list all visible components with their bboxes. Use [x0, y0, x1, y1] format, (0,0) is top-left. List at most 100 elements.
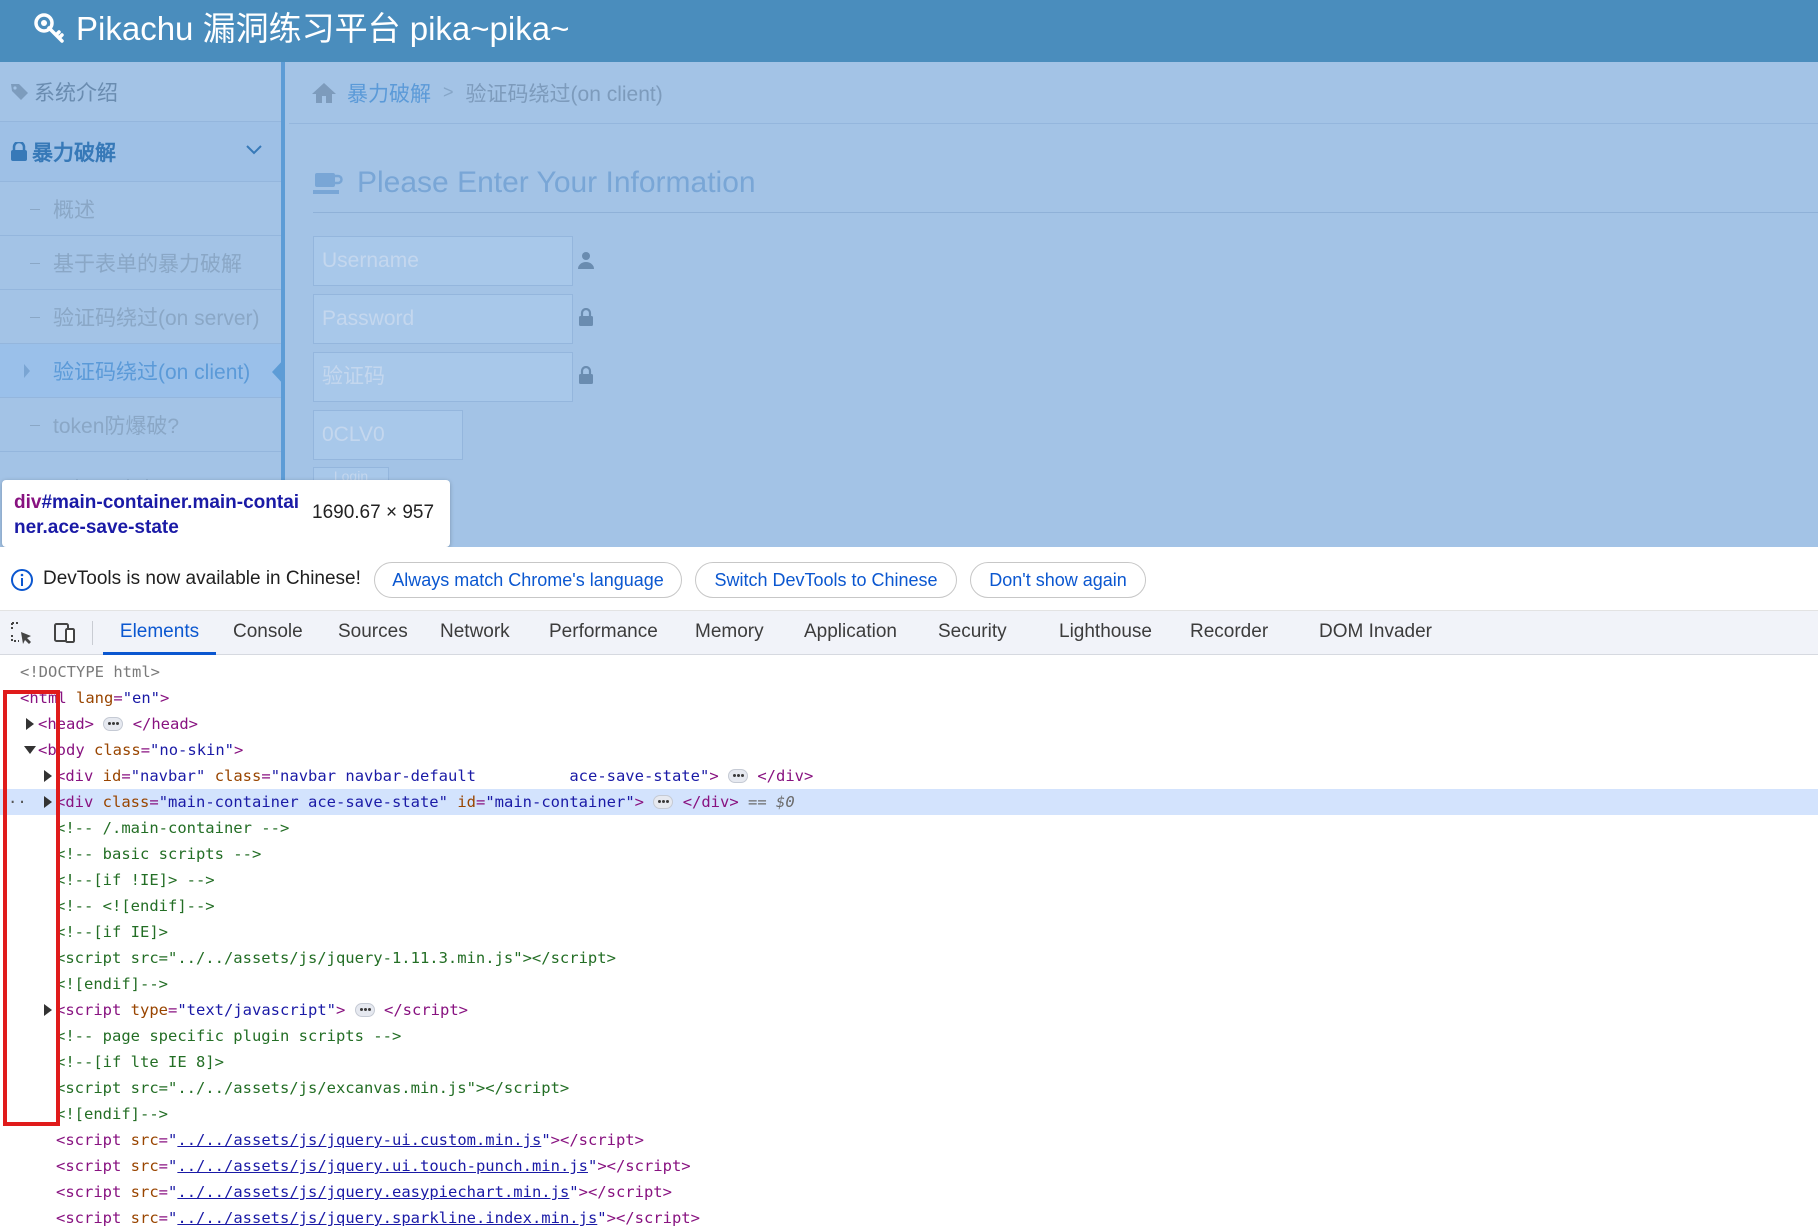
inspect-element-icon[interactable] [10, 621, 34, 645]
ellipsis-icon[interactable] [103, 717, 124, 731]
dom-node-comment[interactable]: <script src="../../assets/js/jquery-1.11… [0, 945, 1818, 971]
dom-node-main-container[interactable]: ·· <div class="main-container ace-save-st… [0, 789, 1818, 815]
username-input[interactable]: Username [313, 236, 573, 286]
password-input[interactable]: Password [313, 294, 573, 344]
sidebar-item-label: 暴力破解 [32, 141, 116, 165]
dom-node-script[interactable]: <script src="../../assets/js/jquery-ui.c… [0, 1127, 1818, 1153]
lock-icon [579, 308, 593, 326]
lock-icon [11, 141, 27, 161]
dom-node-comment[interactable]: <![endif]--> [0, 971, 1818, 997]
captcha-display[interactable]: 0CLV0 [313, 410, 463, 460]
dom-node-comment[interactable]: <!-- /.main-container --> [0, 815, 1818, 841]
script-link[interactable]: ../../assets/js/jquery.ui.touch-punch.mi… [177, 1157, 588, 1175]
dom-node-comment[interactable]: <!--[if !IE]> --> [0, 867, 1818, 893]
dom-node-script[interactable]: <script src="../../assets/js/jquery.easy… [0, 1179, 1818, 1205]
title-divider [313, 212, 1818, 213]
tab-memory[interactable]: Memory [695, 611, 764, 655]
tab-network[interactable]: Network [440, 611, 510, 655]
dom-node-comment[interactable]: <!-- page specific plugin scripts --> [0, 1023, 1818, 1049]
dom-node-head[interactable]: <head> </head> [0, 711, 1818, 737]
dom-node-comment[interactable]: <!--[if lte IE 8]> [0, 1049, 1818, 1075]
active-indicator [272, 358, 285, 386]
tab-lighthouse[interactable]: Lighthouse [1059, 611, 1152, 655]
dom-node-comment[interactable]: <!--[if IE]> [0, 919, 1818, 945]
user-icon [578, 252, 594, 269]
devtools-tabbar: Elements Console Sources Network Perform… [0, 611, 1818, 655]
dom-node-script[interactable]: <script src="../../assets/js/jquery.spar… [0, 1205, 1818, 1231]
ellipsis-icon[interactable] [653, 795, 674, 809]
main-content: Please Enter Your Information Username P… [289, 124, 1818, 547]
key-icon [34, 13, 64, 43]
toolbar-divider [92, 621, 93, 645]
dom-node-navbar[interactable]: <div id="navbar" class="navbar navbar-de… [0, 763, 1818, 789]
dom-node-body[interactable]: <body class="no-skin"> [0, 737, 1818, 763]
tooltip-selector: div#main-container.main-container.ace-sa… [14, 490, 304, 540]
sidebar-subitem-vcode-server[interactable]: 验证码绕过(on server) [0, 290, 281, 344]
form-title: Please Enter Your Information [313, 166, 756, 200]
dom-node-script[interactable]: <script src="../../assets/js/jquery.ui.t… [0, 1153, 1818, 1179]
dom-node-script[interactable]: <script type="text/javascript"> </script… [0, 997, 1818, 1023]
dom-node-comment[interactable]: <![endif]--> [0, 1101, 1818, 1127]
tab-performance[interactable]: Performance [549, 611, 658, 655]
breadcrumb-separator: > [443, 82, 454, 102]
tree-tick [30, 425, 40, 426]
tab-dom-invader[interactable]: DOM Invader [1319, 611, 1432, 655]
sidebar-item-label: 基于表单的暴力破解 [53, 252, 242, 276]
dom-node-comment[interactable]: <!-- <![endif]--> [0, 893, 1818, 919]
tooltip-size: 1690.67 × 957 [312, 502, 435, 523]
sidebar-item-intro[interactable]: 系统介绍 [0, 62, 281, 122]
tab-sources[interactable]: Sources [338, 611, 408, 655]
breadcrumb: 暴力破解 > 验证码绕过(on client) [289, 62, 1818, 124]
script-link[interactable]: ../../assets/js/jquery-ui.custom.min.js [177, 1131, 541, 1149]
infobar-message: DevTools is now available in Chinese! [43, 568, 361, 589]
sidebar-subitem-vcode-client[interactable]: 验证码绕过(on client) [0, 344, 285, 398]
dom-node-comment[interactable]: <!-- basic scripts --> [0, 841, 1818, 867]
dom-node-comment[interactable]: <script src="../../assets/js/excanvas.mi… [0, 1075, 1818, 1101]
info-icon [11, 569, 33, 591]
tree-tick [30, 263, 40, 264]
brand[interactable]: Pikachu 漏洞练习平台 pika~pika~ [34, 8, 569, 50]
switch-to-chinese-button[interactable]: Switch DevTools to Chinese [695, 562, 957, 598]
tab-elements[interactable]: Elements [103, 611, 216, 655]
form-title-text: Please Enter Your Information [357, 166, 756, 199]
ellipsis-icon[interactable] [728, 769, 748, 783]
elements-panel: <!DOCTYPE html> <html lang="en"> <head> … [0, 655, 1818, 1227]
tree-tick [30, 317, 40, 318]
tab-security[interactable]: Security [938, 611, 1007, 655]
vcode-input[interactable]: 验证码 [313, 352, 573, 402]
tooltip-tag: div [14, 492, 42, 513]
sidebar-item-label: 概述 [53, 198, 95, 222]
sidebar-subitem-token[interactable]: token防爆破? [0, 398, 281, 452]
breadcrumb-current: 验证码绕过(on client) [465, 82, 663, 106]
script-link[interactable]: ../../assets/js/jquery.sparkline.index.m… [177, 1209, 597, 1227]
navbar: Pikachu 漏洞练习平台 pika~pika~ [0, 0, 1818, 62]
sidebar-item-label: token防爆破? [53, 414, 180, 438]
dom-node-doctype[interactable]: <!DOCTYPE html> [0, 659, 1818, 685]
script-link[interactable]: ../../assets/js/jquery.easypiechart.min.… [177, 1183, 569, 1201]
sidebar-item-label: 验证码绕过(on client) [53, 360, 251, 384]
chevron-down-icon [246, 145, 262, 155]
sidebar-item-label: 验证码绕过(on server) [53, 306, 260, 330]
always-match-language-button[interactable]: Always match Chrome's language [374, 562, 682, 598]
tab-application[interactable]: Application [804, 611, 897, 655]
sidebar-item-brute-force[interactable]: 暴力破解 [0, 122, 281, 182]
tab-console[interactable]: Console [233, 611, 303, 655]
home-icon[interactable] [311, 81, 337, 105]
page-viewport: Pikachu 漏洞练习平台 pika~pika~ 系统介绍 暴力破解 概述 基… [0, 0, 1818, 547]
dont-show-again-button[interactable]: Don't show again [970, 562, 1146, 598]
tags-icon [11, 83, 28, 100]
brand-title: Pikachu 漏洞练习平台 pika~pika~ [76, 10, 570, 47]
tooltip-selector-text: #main-container.main-container.ace-save-… [14, 492, 300, 538]
device-toolbar-icon[interactable] [52, 621, 76, 645]
breadcrumb-link[interactable]: 暴力破解 [347, 78, 431, 108]
devtools-infobar: DevTools is now available in Chinese! Al… [0, 547, 1818, 611]
sidebar-subitem-form-brute[interactable]: 基于表单的暴力破解 [0, 236, 281, 290]
sidebar: 系统介绍 暴力破解 概述 基于表单的暴力破解 验证码绕过(on server) [0, 62, 285, 547]
dom-node-html[interactable]: <html lang="en"> [0, 685, 1818, 711]
caret-right-icon [24, 364, 30, 378]
tab-recorder[interactable]: Recorder [1190, 611, 1268, 655]
inspector-tooltip: div#main-container.main-container.ace-sa… [2, 480, 450, 547]
sidebar-subitem-overview[interactable]: 概述 [0, 182, 281, 236]
ellipsis-icon[interactable] [354, 1003, 375, 1017]
annotation-highlight-box [3, 690, 60, 1126]
